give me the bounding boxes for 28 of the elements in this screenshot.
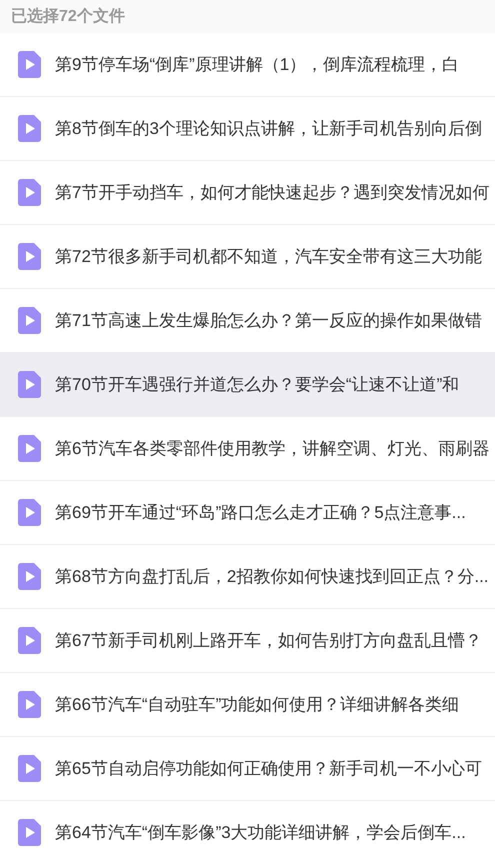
video-file-icon xyxy=(18,179,41,206)
video-file-icon xyxy=(18,115,41,142)
video-file-icon xyxy=(18,755,41,782)
selection-count: 已选择72个文件 xyxy=(11,6,125,26)
video-file-icon xyxy=(18,691,41,718)
video-file-icon xyxy=(18,51,41,78)
file-name: 第68节方向盘打乱后，2招教你如何快速找到回正点？分... xyxy=(55,566,489,588)
file-name: 第71节高速上发生爆胎怎么办？第一反应的操作如果做错 xyxy=(55,310,482,332)
file-name: 第6节汽车各类零部件使用教学，讲解空调、灯光、雨刷器 xyxy=(55,438,490,460)
file-name: 第64节汽车“倒车影像”3大功能详细讲解，学会后倒车... xyxy=(55,822,466,844)
video-file-icon xyxy=(18,563,41,590)
video-file-icon xyxy=(18,435,41,462)
file-name: 第9节停车场“倒库”原理讲解（1），倒库流程梳理，白 xyxy=(55,54,460,76)
file-name: 第66节汽车“自动驻车”功能如何使用？详细讲解各类细 xyxy=(55,694,460,716)
file-name: 第8节倒车的3个理论知识点讲解，让新手司机告别向后倒 xyxy=(55,118,482,140)
file-name: 第69节开车通过“环岛”路口怎么走才正确？5点注意事... xyxy=(55,502,466,524)
video-file-icon xyxy=(18,627,41,654)
video-file-icon xyxy=(18,307,41,334)
video-file-icon xyxy=(18,371,41,398)
file-row[interactable]: 第70节开车遇强行并道怎么办？要学会“让速不让道”和 xyxy=(0,353,495,417)
video-file-icon xyxy=(18,243,41,270)
file-name: 第67节新手司机刚上路开车，如何告别打方向盘乱且懵？ xyxy=(55,630,482,652)
file-name: 第7节开手动挡车，如何才能快速起步？遇到突发情况如何 xyxy=(55,182,490,204)
video-file-icon xyxy=(18,819,41,846)
file-name: 第65节自动启停功能如何正确使用？新手司机一不小心可 xyxy=(55,758,482,780)
file-name: 第70节开车遇强行并道怎么办？要学会“让速不让道”和 xyxy=(55,374,460,396)
video-file-icon xyxy=(18,499,41,526)
file-name: 第72节很多新手司机都不知道，汽车安全带有这三大功能 xyxy=(55,246,482,268)
